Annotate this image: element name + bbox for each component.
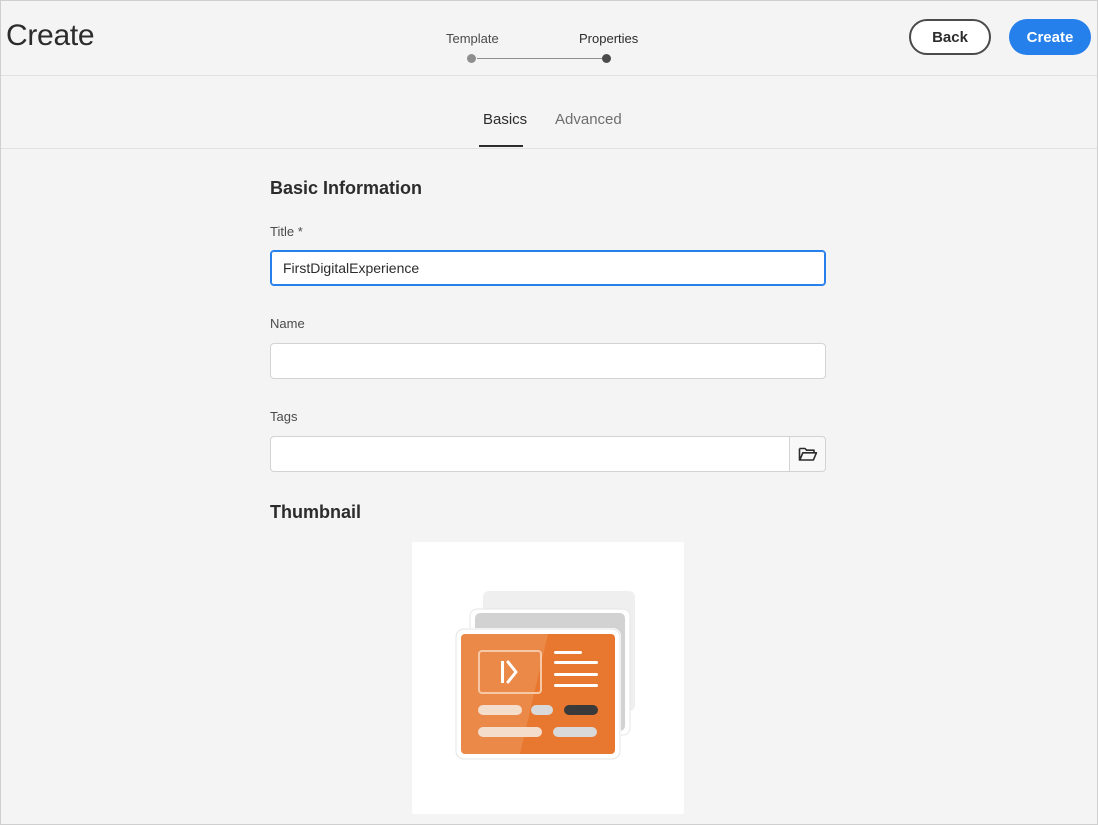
basic-information-heading: Basic Information xyxy=(270,178,423,198)
title-label: Title * xyxy=(270,224,303,239)
thumbnail-card[interactable] xyxy=(412,542,684,814)
create-button[interactable]: Create xyxy=(1009,19,1091,55)
tags-input[interactable] xyxy=(270,436,790,472)
name-label: Name xyxy=(270,316,305,331)
tags-browse-button[interactable] xyxy=(789,436,826,472)
active-tab-indicator xyxy=(479,145,523,147)
header-bar: Create Template Properties Back Create xyxy=(1,1,1097,76)
thumbnail-heading: Thumbnail xyxy=(270,502,361,522)
tab-advanced[interactable]: Advanced xyxy=(555,111,622,128)
tab-bar: Basics Advanced xyxy=(1,76,1097,149)
name-input[interactable] xyxy=(270,343,826,379)
title-input[interactable] xyxy=(270,250,826,286)
step-template-dot[interactable] xyxy=(467,54,476,63)
page-title: Create xyxy=(6,19,95,52)
step-connector xyxy=(477,58,603,59)
folder-open-icon xyxy=(798,447,817,461)
tab-basics[interactable]: Basics xyxy=(483,111,527,128)
step-properties-dot xyxy=(602,54,611,63)
step-template-label[interactable]: Template xyxy=(446,31,499,46)
step-properties-label: Properties xyxy=(579,31,639,46)
wizard-stepper: Template Properties xyxy=(441,29,651,69)
tags-label: Tags xyxy=(270,409,298,424)
experience-fragment-illustration xyxy=(455,591,635,760)
back-button[interactable]: Back xyxy=(909,19,991,55)
